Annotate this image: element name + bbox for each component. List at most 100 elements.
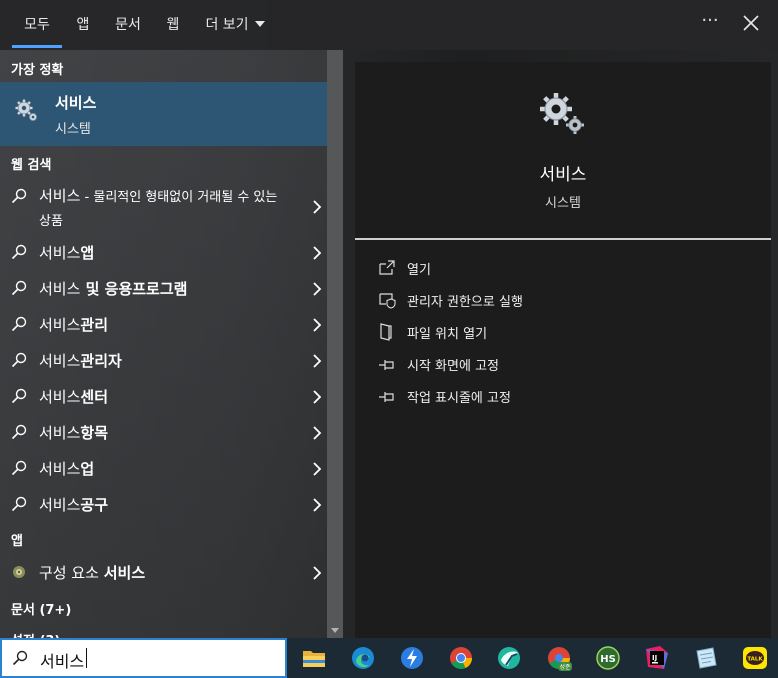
filter-tab-bar: 모두 앱 문서 웹 더 보기 ··· bbox=[0, 0, 778, 50]
chevron-right-icon bbox=[313, 566, 322, 580]
tab-more-label: 더 보기 bbox=[205, 17, 249, 33]
search-icon bbox=[11, 424, 27, 440]
file-location-icon bbox=[380, 323, 392, 341]
web-result[interactable]: 서비스센터 bbox=[0, 378, 327, 414]
caret-down-icon bbox=[254, 21, 265, 27]
web-result-rest: 앱 bbox=[80, 244, 95, 262]
shield-icon bbox=[379, 293, 396, 309]
intellij-icon[interactable]: IJ bbox=[642, 643, 672, 673]
app-result-lead: 구성 요소 bbox=[39, 564, 104, 582]
web-result-lead: 서비스 bbox=[39, 244, 81, 262]
web-result-text: 서비스관리자 bbox=[39, 350, 122, 371]
hs-app-icon[interactable]: HS bbox=[593, 643, 623, 673]
edge-icon[interactable] bbox=[348, 643, 378, 673]
intellij-label: IJ bbox=[652, 654, 657, 662]
web-result-text: 서비스 - 물리적인 형태없이 거래될 수 있는 상품 bbox=[39, 185, 289, 233]
web-result-text: 서비스 및 응용프로그램 bbox=[39, 278, 187, 299]
search-input[interactable]: 서비스 bbox=[40, 648, 84, 672]
lightning-app-icon[interactable] bbox=[397, 643, 427, 673]
web-result[interactable]: 서비스앱 bbox=[0, 234, 327, 270]
search-icon bbox=[11, 280, 27, 296]
search-icon bbox=[11, 352, 27, 368]
web-result[interactable]: 서비스 - 물리적인 형태없이 거래될 수 있는 상품 bbox=[0, 182, 327, 230]
settings-header[interactable]: 설정 (3) bbox=[11, 630, 60, 638]
file-explorer-icon[interactable] bbox=[299, 643, 329, 673]
pin-icon bbox=[379, 392, 394, 402]
close-icon[interactable] bbox=[740, 12, 762, 34]
chrome-icon[interactable] bbox=[446, 643, 476, 673]
app-result-text: 구성 요소 서비스 bbox=[39, 562, 145, 583]
tab-documents[interactable]: 문서 bbox=[110, 0, 146, 48]
web-result[interactable]: 서비스항목 bbox=[0, 414, 327, 450]
preview-subtitle: 시스템 bbox=[545, 196, 581, 211]
web-result-lead: 서비스 bbox=[39, 316, 81, 334]
search-icon bbox=[11, 388, 27, 404]
search-icon bbox=[11, 316, 27, 332]
chevron-right-icon bbox=[313, 246, 322, 260]
chrome-profile-icon[interactable]: 성준 bbox=[544, 643, 574, 673]
web-result-lead: 서비스 bbox=[39, 424, 81, 442]
web-result-rest: 센터 bbox=[80, 388, 109, 406]
web-result-lead: 서비스 bbox=[39, 187, 81, 205]
kakaotalk-label: TALK bbox=[747, 657, 763, 663]
best-match-header: 가장 정확 bbox=[11, 63, 64, 78]
web-result[interactable]: 서비스업 bbox=[0, 450, 327, 486]
web-search-header: 웹 검색 bbox=[11, 158, 52, 173]
services-gear-icon bbox=[15, 99, 37, 121]
web-result-text: 서비스관리 bbox=[39, 314, 108, 335]
services-gear-icon bbox=[540, 93, 584, 134]
web-result[interactable]: 서비스공구 bbox=[0, 486, 327, 522]
open-icon bbox=[379, 260, 395, 275]
tab-apps[interactable]: 앱 bbox=[70, 0, 96, 48]
web-result-lead: 서비스 bbox=[39, 496, 81, 514]
chevron-right-icon bbox=[313, 200, 322, 214]
web-result-lead: 서비스 bbox=[39, 352, 81, 370]
pin-icon bbox=[379, 360, 394, 370]
tab-all[interactable]: 모두 bbox=[12, 0, 62, 48]
search-icon bbox=[11, 460, 27, 476]
results-panel: 가장 정확 서비스 시스템 웹 검색 서비스 - 물리적인 형태없이 거래될 수… bbox=[0, 50, 327, 638]
chevron-right-icon bbox=[313, 318, 322, 332]
search-icon bbox=[11, 496, 27, 512]
teal-app-icon[interactable] bbox=[494, 643, 524, 673]
best-match-title: 서비스 bbox=[55, 94, 97, 112]
web-result-lead: 서비스 bbox=[39, 460, 81, 478]
chevron-right-icon bbox=[313, 426, 322, 440]
chevron-right-icon bbox=[313, 462, 322, 476]
start-search-window: 모두 앱 문서 웹 더 보기 ··· 가장 정확 서비스 시스템 웹 검색 서비… bbox=[0, 0, 778, 678]
component-services-icon bbox=[13, 566, 25, 578]
scroll-down-icon[interactable] bbox=[331, 628, 339, 634]
search-box[interactable]: 서비스 bbox=[0, 638, 287, 678]
web-result[interactable]: 서비스 및 응용프로그램 bbox=[0, 270, 327, 306]
tab-web[interactable]: 웹 bbox=[160, 0, 186, 48]
best-match-subtitle: 시스템 bbox=[55, 122, 91, 137]
web-result[interactable]: 서비스관리자 bbox=[0, 342, 327, 378]
app-result-rest: 서비스 bbox=[103, 564, 146, 582]
kakaotalk-icon[interactable]: TALK bbox=[740, 643, 770, 673]
web-result-rest: 관리 bbox=[80, 316, 109, 334]
app-result[interactable]: 구성 요소 서비스 bbox=[0, 554, 327, 590]
web-result-rest: 관리자 bbox=[80, 352, 122, 370]
search-icon bbox=[12, 650, 28, 666]
open-action-label: 열기 bbox=[407, 263, 431, 278]
chevron-right-icon bbox=[313, 354, 322, 368]
search-icon bbox=[11, 244, 27, 260]
run-as-admin-label: 관리자 권한으로 실행 bbox=[407, 295, 523, 310]
notes-app-icon[interactable] bbox=[691, 643, 721, 673]
more-options-button[interactable]: ··· bbox=[697, 10, 723, 36]
web-result-rest: 업 bbox=[80, 460, 95, 478]
chevron-right-icon bbox=[313, 282, 322, 296]
web-result-text: 서비스업 bbox=[39, 458, 94, 479]
chevron-right-icon bbox=[313, 498, 322, 512]
web-result-text: 서비스공구 bbox=[39, 494, 108, 515]
web-result-lead: 서비스 bbox=[39, 388, 81, 406]
chevron-right-icon bbox=[313, 390, 322, 404]
results-scrollbar[interactable] bbox=[327, 50, 343, 638]
preview-title: 서비스 bbox=[539, 165, 587, 185]
tab-more[interactable]: 더 보기 bbox=[200, 0, 270, 48]
preview-panel: 서비스 시스템 열기 관리자 권한으로 실행 파일 위치 열기 시작 화면에 고… bbox=[355, 62, 771, 638]
documents-header[interactable]: 문서 (7+) bbox=[11, 599, 71, 618]
best-match-item[interactable]: 서비스 시스템 bbox=[0, 82, 327, 146]
web-result[interactable]: 서비스관리 bbox=[0, 306, 327, 342]
text-cursor bbox=[86, 648, 87, 668]
